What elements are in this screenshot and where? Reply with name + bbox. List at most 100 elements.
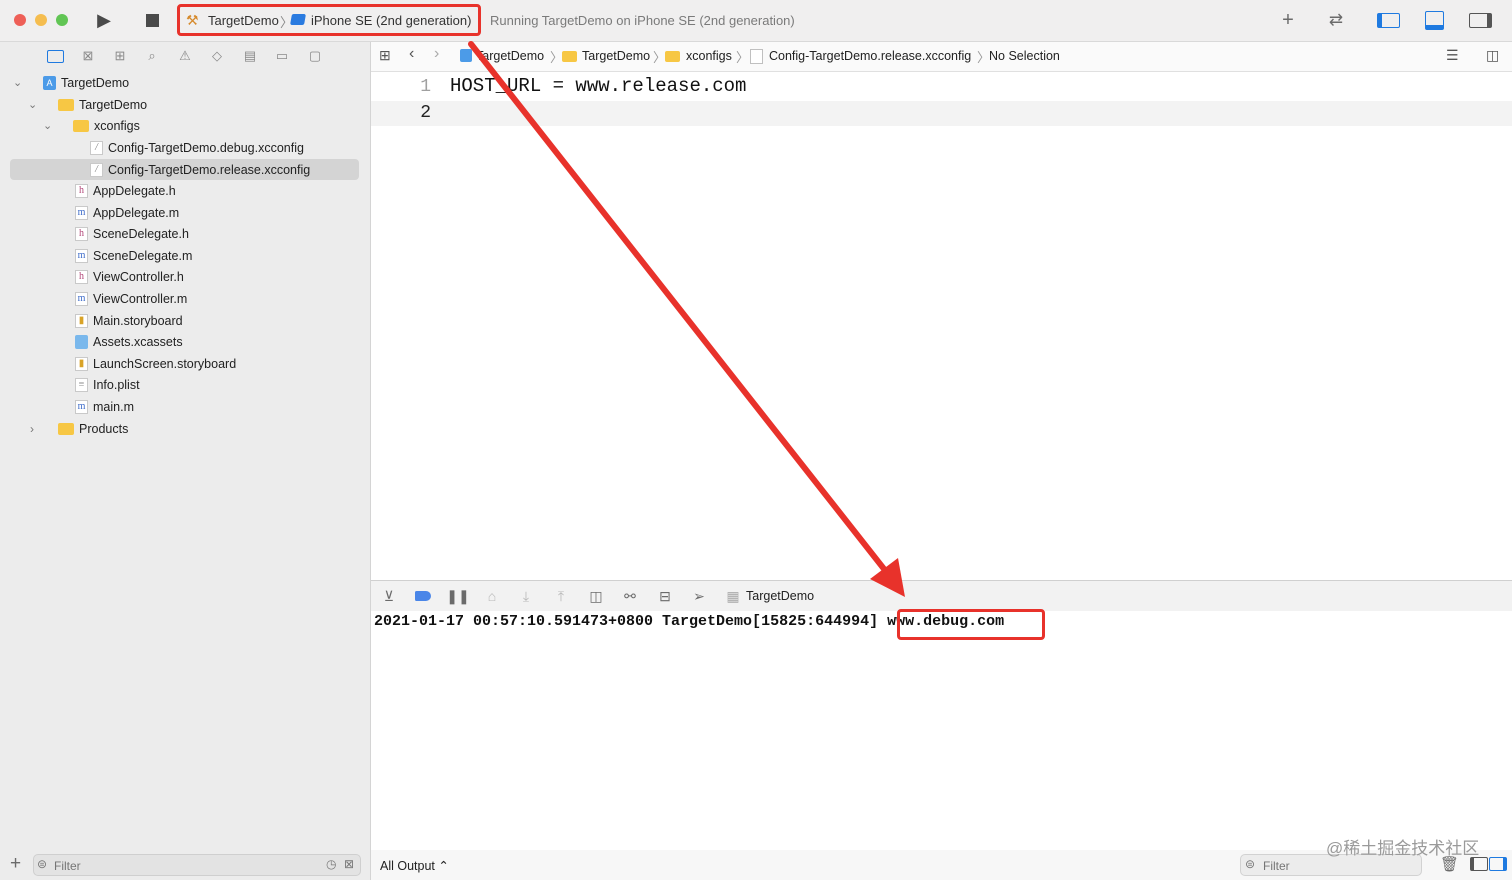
tree-label: Info.plist xyxy=(93,377,140,392)
source-control-icon[interactable]: ⊠ xyxy=(78,47,98,65)
current-line-highlight xyxy=(371,101,1512,126)
view-hierarchy-icon[interactable]: ◫ xyxy=(585,587,607,605)
header-file-icon: h xyxy=(75,269,88,284)
warning-icon[interactable]: ⚠ xyxy=(175,47,195,65)
zoom-window-button[interactable] xyxy=(56,14,68,26)
folder-icon xyxy=(665,51,680,62)
inspector-toggle-icon[interactable] xyxy=(1468,9,1492,31)
tree-row-file[interactable]: h ViewController.h xyxy=(75,266,184,287)
console-output[interactable] xyxy=(371,611,1512,849)
tree-row-file[interactable]: ▮ Main.storyboard xyxy=(75,310,183,331)
tree-row-file[interactable]: m ViewController.m xyxy=(75,288,187,309)
tree-label: main.m xyxy=(93,399,134,414)
minimize-window-button[interactable] xyxy=(35,14,47,26)
split-editor-icon[interactable]: ◫ xyxy=(1486,47,1499,64)
tree-row-file[interactable]: m SceneDelegate.m xyxy=(75,245,192,266)
symbol-icon[interactable]: ⊞ xyxy=(110,47,130,65)
test-icon[interactable]: ◇ xyxy=(207,47,227,65)
breadcrumb-group[interactable]: TargetDemo xyxy=(582,49,650,63)
library-add-icon[interactable]: + xyxy=(1276,9,1300,31)
chevron-down-icon[interactable]: ⌄ xyxy=(28,98,37,111)
tree-label: Main.storyboard xyxy=(93,313,183,328)
activity-status: Running TargetDemo on iPhone SE (2nd gen… xyxy=(490,13,795,28)
output-filter-select[interactable]: All Output ⌃ xyxy=(380,858,449,873)
console-view-toggle-icon[interactable] xyxy=(1489,857,1507,871)
tree-row-group-xconfigs[interactable]: ⌄ xconfigs xyxy=(43,115,140,136)
pause-icon[interactable]: ❚❚ xyxy=(446,587,469,605)
scm-filter-icon[interactable]: ⊠ xyxy=(344,857,354,871)
chevron-down-icon[interactable]: ⌄ xyxy=(13,76,22,89)
recent-files-icon[interactable]: ◷ xyxy=(326,857,336,871)
add-file-icon[interactable]: + xyxy=(10,853,21,875)
search-icon[interactable]: ⌕ xyxy=(142,47,162,65)
tree-label: ViewController.h xyxy=(93,269,184,284)
run-icon[interactable]: ▶ xyxy=(92,9,116,31)
code-line[interactable]: HOST_URL = www.release.com xyxy=(450,75,746,97)
related-items-icon[interactable]: ⊞ xyxy=(379,47,391,64)
folder-icon xyxy=(58,422,74,435)
tree-row-file[interactable]: ▮ LaunchScreen.storyboard xyxy=(75,353,236,374)
header-file-icon: h xyxy=(75,226,88,241)
tree-label: AppDelegate.m xyxy=(93,205,180,220)
editor-options-icon[interactable]: ☰ xyxy=(1446,47,1459,64)
breadcrumb-project[interactable]: TargetDemo xyxy=(476,49,544,63)
tree-row-file[interactable]: Assets.xcassets xyxy=(75,331,183,352)
navigator-filter-input[interactable] xyxy=(52,858,296,874)
tree-label: AppDelegate.h xyxy=(93,183,176,198)
simulate-location-icon[interactable]: ➢ xyxy=(688,587,710,605)
stop-icon[interactable] xyxy=(140,9,164,31)
folder-icon xyxy=(73,119,89,132)
highlight-box-scheme xyxy=(177,4,481,36)
code-review-icon[interactable]: ⇄ xyxy=(1324,9,1348,31)
chevron-down-icon[interactable]: ⌄ xyxy=(43,119,52,132)
debug-navigator-icon[interactable]: ▤ xyxy=(240,47,260,65)
highlight-box-output xyxy=(897,609,1045,640)
environment-overrides-icon[interactable]: ⊟ xyxy=(654,587,676,605)
close-window-button[interactable] xyxy=(14,14,26,26)
navigator-filter-field[interactable]: ⊜ ◷ ⊠ xyxy=(33,854,361,876)
tree-label: LaunchScreen.storyboard xyxy=(93,356,237,371)
memory-graph-icon[interactable]: ⚯ xyxy=(619,587,641,605)
tree-row-file[interactable]: h AppDelegate.h xyxy=(75,180,176,201)
tree-row-file[interactable]: h SceneDelegate.h xyxy=(75,223,189,244)
breadcrumb-xconfigs[interactable]: xconfigs xyxy=(686,49,732,63)
breadcrumb-file[interactable]: Config-TargetDemo.release.xcconfig xyxy=(769,49,971,63)
step-over-icon[interactable]: ⌂ xyxy=(481,587,503,605)
breadcrumb-selection[interactable]: No Selection xyxy=(989,49,1060,63)
step-out-icon[interactable]: ⤒ xyxy=(550,587,572,605)
report-icon[interactable]: ▢ xyxy=(305,47,325,65)
breadcrumb-separator: 〉 xyxy=(736,50,750,65)
objc-file-icon: m xyxy=(75,205,88,220)
debug-area-toggle-icon[interactable] xyxy=(1422,9,1446,31)
tree-label: SceneDelegate.m xyxy=(93,248,193,263)
console-filter-input[interactable] xyxy=(1261,858,1415,874)
project-icon xyxy=(460,49,472,62)
tree-row-project[interactable]: ⌄ A TargetDemo xyxy=(13,72,129,93)
tree-label: TargetDemo xyxy=(61,75,130,90)
tree-row-file[interactable]: / Config-TargetDemo.debug.xcconfig xyxy=(90,137,304,158)
source-editor[interactable] xyxy=(371,72,1512,579)
back-icon[interactable]: ‹ xyxy=(409,45,414,63)
tree-row-file-selected[interactable]: / Config-TargetDemo.release.xcconfig xyxy=(90,159,310,180)
tree-row-group-targetdemo[interactable]: ⌄ TargetDemo xyxy=(28,94,147,115)
variables-view-toggle-icon[interactable] xyxy=(1470,857,1488,871)
step-into-icon[interactable]: ⤓ xyxy=(515,587,537,605)
tree-label: Products xyxy=(79,421,129,436)
tree-row-file[interactable]: m AppDelegate.m xyxy=(75,202,179,223)
tree-row-file[interactable]: ≡ Info.plist xyxy=(75,374,140,395)
chevron-right-icon[interactable]: › xyxy=(30,422,34,436)
tree-row-file[interactable]: m main.m xyxy=(75,396,134,417)
navigator-toggle-icon[interactable] xyxy=(1376,9,1400,31)
xcconfig-file-icon: / xyxy=(90,140,103,155)
tree-row-group-products[interactable]: › Products xyxy=(28,418,128,439)
header-file-icon: h xyxy=(75,183,88,198)
folder-icon[interactable] xyxy=(45,47,65,65)
forward-icon[interactable]: › xyxy=(434,45,439,63)
breakpoint-icon[interactable]: ▭ xyxy=(272,47,292,65)
objc-file-icon: m xyxy=(75,248,88,263)
breakpoints-toggle-icon[interactable] xyxy=(412,587,434,605)
line-number: 1 xyxy=(420,77,431,97)
folder-icon xyxy=(58,98,74,111)
debug-target-label: TargetDemo xyxy=(746,589,815,603)
hide-debug-area-icon[interactable]: ⊻ xyxy=(378,587,400,605)
